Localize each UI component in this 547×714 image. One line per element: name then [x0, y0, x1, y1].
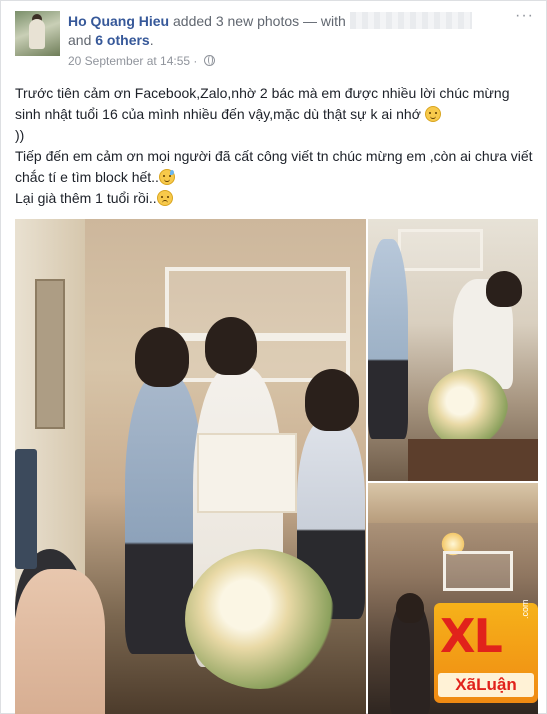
wall-shelf [165, 267, 350, 337]
caption-paragraph-2: Tiếp đến em cảm ơn mọi người đã cất công… [15, 146, 537, 188]
phone-in-foreground [15, 449, 37, 569]
wall-shelf [398, 229, 483, 271]
caption-line-2: Tiếp đến em cảm ơn mọi người đã cất công… [15, 148, 533, 185]
watermark-domain-text: .com [520, 599, 530, 619]
slightly-smiling-face-icon [424, 106, 441, 122]
birthday-cake [197, 433, 297, 513]
tagged-others-link[interactable]: 6 others [95, 32, 149, 48]
flower-basket [185, 549, 335, 689]
person-right-head [305, 369, 359, 431]
person-bending-head [486, 271, 522, 307]
xaluan-watermark-logo: XL .com XãLuận [434, 599, 538, 703]
watermark-xl-text: XL [440, 609, 503, 663]
and-text: and [68, 32, 96, 48]
photo-main[interactable] [15, 219, 366, 714]
tired-face-icon [156, 190, 173, 206]
post-caption: Trước tiên cảm ơn Facebook,Zalo,nhờ 2 bá… [15, 83, 537, 209]
facebook-post: Ho Quang Hieu added 3 new photos — with … [0, 0, 547, 714]
person-center-head [205, 317, 257, 375]
post-options-icon[interactable]: ··· [515, 8, 535, 24]
author-name-link[interactable]: Ho Quang Hieu [68, 13, 169, 29]
wooden-table [408, 439, 538, 481]
post-action-text: added 3 new photos — with [169, 13, 350, 29]
watermark-brand-text: XãLuận [438, 673, 534, 697]
flower-basket [428, 369, 508, 449]
avatar-figure [29, 19, 45, 49]
window-frame [35, 279, 65, 429]
blurred-tagged-name [349, 12, 472, 29]
photo-top-right[interactable] [368, 219, 538, 481]
caption-line-1-end: )) [15, 127, 25, 143]
person-left-head [396, 593, 424, 623]
others-suffix: . [149, 32, 154, 48]
post-meta: 20 September at 14:55 · [68, 54, 215, 68]
ceiling [368, 483, 538, 523]
person-left [368, 239, 408, 439]
caption-paragraph-1: Trước tiên cảm ơn Facebook,Zalo,nhờ 2 bá… [15, 83, 537, 146]
timestamp-separator: · [190, 54, 201, 68]
person-left-head [135, 327, 189, 387]
caption-line-3: Lại già thêm 1 tuổi rồi.. [15, 190, 157, 206]
wall-shelf [443, 551, 513, 591]
foreground-hand [15, 569, 105, 714]
caption-paragraph-3: Lại già thêm 1 tuổi rồi.. [15, 188, 537, 209]
post-header: Ho Quang Hieu added 3 new photos — with … [68, 12, 498, 50]
author-avatar[interactable] [15, 11, 60, 56]
public-audience-globe-icon[interactable] [203, 55, 215, 66]
grinning-sweat-face-icon [158, 169, 175, 185]
post-timestamp-link[interactable]: 20 September at 14:55 [68, 54, 190, 68]
